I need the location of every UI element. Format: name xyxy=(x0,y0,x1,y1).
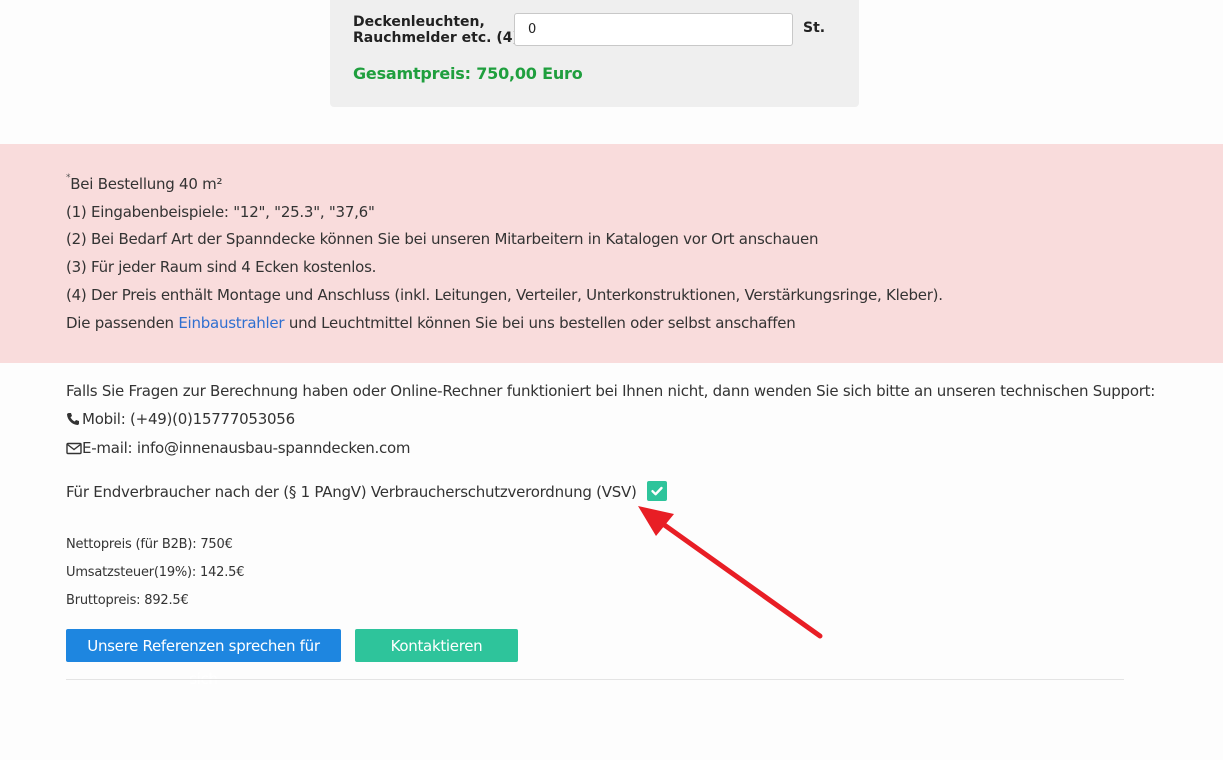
support-intro: Falls Sie Fragen zur Berechnung haben od… xyxy=(66,382,1156,400)
note-5-before: Die passenden xyxy=(66,313,179,332)
note-5-after: und Leuchtmittel können Sie bei uns best… xyxy=(284,313,796,332)
note-1: (1) Eingabenbeispiele: "12", "25.3", "37… xyxy=(66,202,375,221)
net-price: Nettopreis (für B2B): 750€ xyxy=(66,537,233,552)
red-arrow-icon xyxy=(638,506,823,639)
references-button[interactable]: Unsere Referenzen sprechen für sich xyxy=(66,629,341,688)
note-2: (2) Bei Bedarf Art der Spanndecke können… xyxy=(66,230,819,249)
lights-quantity-input[interactable] xyxy=(514,13,793,46)
email-address[interactable]: E-mail: info@innenausbau-spanndecken.com xyxy=(82,439,411,457)
note-4: (4) Der Preis enthält Montage und Anschl… xyxy=(66,285,943,304)
note-3: (3) Für jeder Raum sind 4 Ecken kostenlo… xyxy=(66,258,377,277)
phone-number[interactable]: Mobil: (+49)(0)15777053056 xyxy=(82,410,295,428)
vsv-row: Für Endverbraucher nach der (§ 1 PAngV) … xyxy=(66,480,668,504)
note-order-area: *Bei Bestellung 40 m² xyxy=(66,171,943,199)
notes-panel: *Bei Bestellung 40 m² (1) Eingabenbeispi… xyxy=(0,144,1223,363)
vat-amount: Umsatzsteuer(19%): 142.5€ xyxy=(66,565,245,580)
quantity-label: Deckenleuchten, Rauchmelder etc. (4) xyxy=(353,14,519,46)
support-phone: Mobil: (+49)(0)15777053056 xyxy=(66,406,1155,436)
support-email: E-mail: info@innenausbau-spanndecken.com xyxy=(66,435,1155,465)
phone-icon xyxy=(66,408,82,436)
einbaustrahler-link[interactable]: Einbaustrahler xyxy=(178,314,284,332)
vsv-label: Für Endverbraucher nach der (§ 1 PAngV) … xyxy=(66,483,637,501)
support-info: Falls Sie Fragen zur Berechnung haben od… xyxy=(66,378,1155,465)
envelope-icon xyxy=(66,437,82,465)
note-5: Die passenden Einbaustrahler und Leuchtm… xyxy=(66,310,943,338)
total-price: Gesamtpreis: 750,00 Euro xyxy=(353,64,583,83)
vsv-checkbox[interactable] xyxy=(647,481,668,501)
quantity-unit: St. xyxy=(803,20,826,36)
divider xyxy=(66,679,1124,680)
contact-button[interactable]: Kontaktieren xyxy=(355,629,518,662)
quantity-label-line2: Rauchmelder etc. (4) xyxy=(353,30,519,46)
calculator-panel: Deckenleuchten, Rauchmelder etc. (4) St.… xyxy=(330,0,859,107)
checkmark-icon xyxy=(651,486,663,496)
gross-price: Bruttopreis: 892.5€ xyxy=(66,593,189,608)
price-breakdown: Nettopreis (für B2B): 750€ Umsatzsteuer(… xyxy=(66,531,245,615)
quantity-label-line1: Deckenleuchten, xyxy=(353,14,485,30)
note-order-text: Bei Bestellung 40 m² xyxy=(70,175,223,193)
